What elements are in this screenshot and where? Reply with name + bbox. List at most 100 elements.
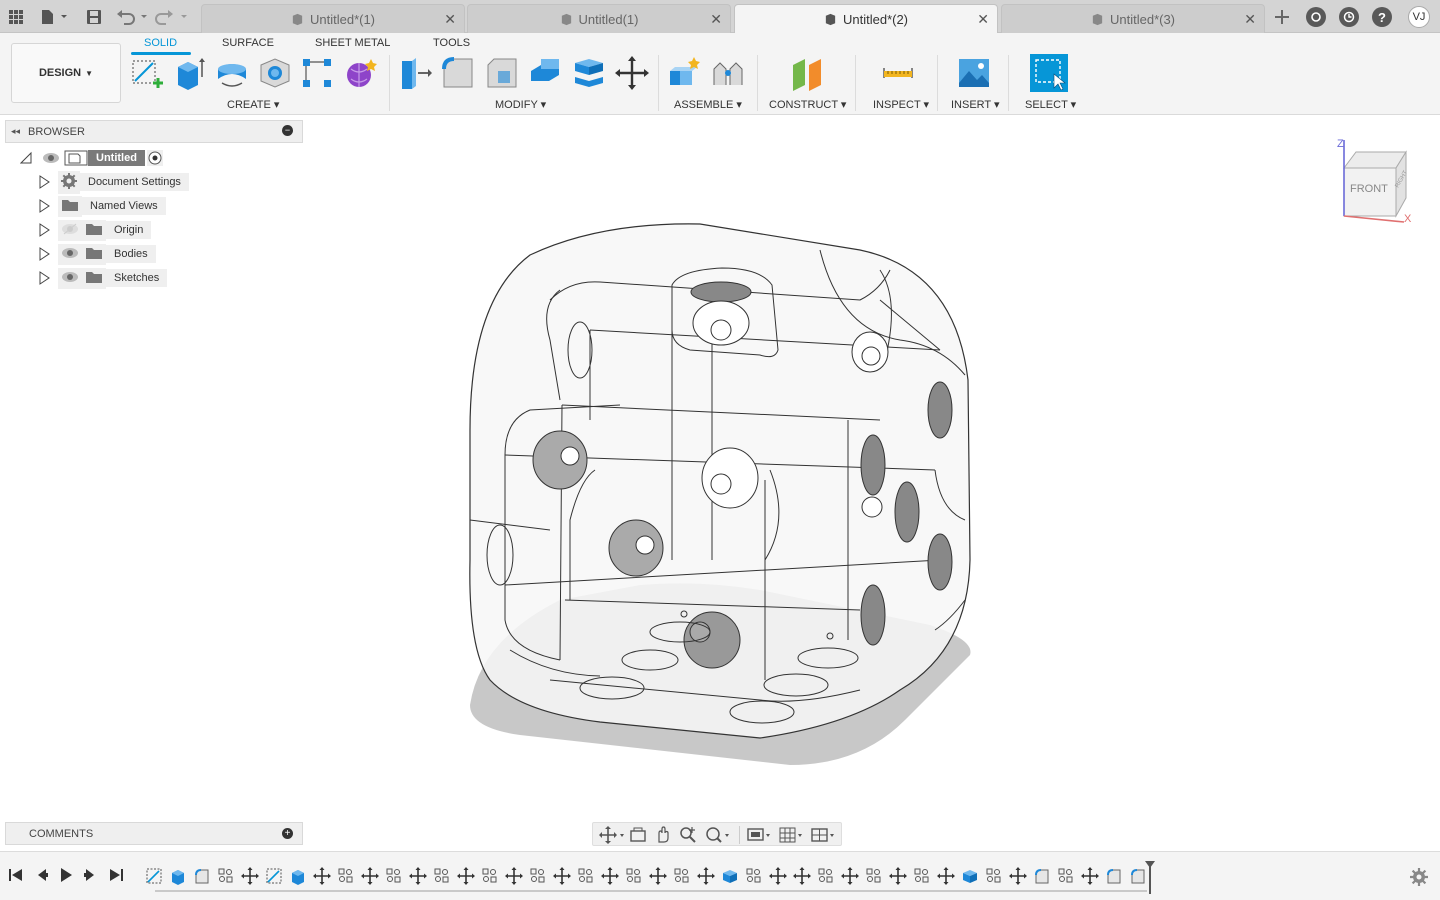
workspace-switcher[interactable]: DESIGN ▼ [11, 43, 121, 103]
timeline-move-icon[interactable] [313, 867, 331, 885]
timeline-combine-icon[interactable] [961, 867, 979, 885]
timeline-move-icon[interactable] [769, 867, 787, 885]
hole-icon[interactable] [257, 55, 293, 91]
offset-plane-icon[interactable] [789, 55, 825, 91]
tab-tools[interactable]: TOOLS [433, 37, 470, 49]
document-tab-3[interactable]: Untitled*(2) ✕ [734, 4, 998, 34]
step-back-icon[interactable] [34, 867, 50, 883]
play-icon[interactable] [58, 867, 74, 883]
timeline-move-icon[interactable] [793, 867, 811, 885]
insert-menu[interactable]: INSERT ▾ [951, 98, 1000, 111]
inspect-menu[interactable]: INSPECT ▾ [873, 98, 929, 111]
hidden-eye-icon[interactable] [58, 219, 82, 241]
collapse-panel-icon[interactable]: ◂◂ [11, 126, 20, 137]
activate-radio-icon[interactable] [146, 150, 163, 166]
timeline-combine-icon[interactable] [721, 867, 739, 885]
app-grid-icon[interactable] [5, 6, 27, 28]
timeline-pattern-icon[interactable] [1057, 867, 1075, 885]
expand-icon[interactable] [38, 271, 50, 285]
timeline-pattern-icon[interactable] [913, 867, 931, 885]
timeline-fillet-icon[interactable] [1105, 867, 1123, 885]
step-forward-icon[interactable] [82, 867, 98, 883]
move-copy-icon[interactable] [614, 55, 650, 91]
chamfer-icon[interactable] [484, 55, 520, 91]
timeline-pattern-icon[interactable] [985, 867, 1003, 885]
timeline-pattern-icon[interactable] [481, 867, 499, 885]
select-menu[interactable]: SELECT ▾ [1025, 98, 1076, 111]
help-icon[interactable]: ? [1372, 7, 1392, 27]
close-icon[interactable]: ✕ [710, 11, 722, 28]
browser-root-item[interactable]: Untitled [64, 148, 163, 168]
create-form-icon[interactable] [343, 55, 379, 91]
timeline-pattern-icon[interactable] [577, 867, 595, 885]
file-menu-icon[interactable] [38, 6, 70, 28]
timeline-pattern-icon[interactable] [817, 867, 835, 885]
timeline-move-icon[interactable] [457, 867, 475, 885]
timeline-move-icon[interactable] [841, 867, 859, 885]
browser-panel-header[interactable]: ◂◂ BROWSER − [5, 120, 303, 143]
revolve-icon[interactable] [214, 55, 250, 91]
timeline-sketch-icon[interactable] [145, 867, 163, 885]
viewcube[interactable]: Z X FRONT RIGHT [1332, 136, 1418, 226]
construct-menu[interactable]: CONSTRUCT ▾ [769, 98, 846, 111]
create-sketch-icon[interactable] [129, 55, 165, 91]
look-at-icon[interactable] [629, 826, 647, 844]
extrude-icon[interactable] [172, 55, 208, 91]
display-settings-icon[interactable] [747, 826, 773, 844]
fillet-icon[interactable] [440, 55, 476, 91]
visibility-eye-icon[interactable] [42, 151, 60, 165]
viewports-icon[interactable] [811, 826, 837, 844]
zoom-icon[interactable] [679, 826, 697, 844]
timeline-pattern-icon[interactable] [529, 867, 547, 885]
timeline-fillet-icon[interactable] [1033, 867, 1051, 885]
expand-icon[interactable] [38, 175, 50, 189]
user-avatar[interactable]: VJ [1408, 6, 1430, 28]
timeline-pattern-icon[interactable] [337, 867, 355, 885]
close-icon[interactable]: ✕ [444, 11, 456, 28]
collapse-icon[interactable] [20, 151, 32, 165]
document-tab-2[interactable]: Untitled(1) ✕ [467, 4, 731, 33]
select-icon[interactable] [1030, 54, 1068, 92]
panel-options-icon[interactable]: − [282, 125, 293, 136]
insert-image-icon[interactable] [956, 55, 992, 91]
fit-icon[interactable] [705, 826, 731, 844]
extensions-icon[interactable] [1306, 7, 1326, 27]
timeline-settings-gear-icon[interactable] [1410, 868, 1428, 886]
timeline-move-icon[interactable] [649, 867, 667, 885]
visibility-eye-icon[interactable] [58, 243, 82, 265]
orbit-icon[interactable] [599, 826, 625, 844]
timeline-sketch-icon[interactable] [265, 867, 283, 885]
timeline-move-icon[interactable] [1009, 867, 1027, 885]
new-tab-icon[interactable] [1271, 6, 1293, 28]
undo-icon[interactable] [115, 6, 149, 28]
job-status-icon[interactable] [1339, 7, 1359, 27]
expand-icon[interactable] [38, 199, 50, 213]
visibility-eye-icon[interactable] [58, 267, 82, 289]
timeline-pattern-icon[interactable] [625, 867, 643, 885]
timeline-pattern-icon[interactable] [745, 867, 763, 885]
tab-surface[interactable]: SURFACE [222, 37, 274, 49]
shell-icon[interactable] [527, 55, 563, 91]
pattern-icon[interactable] [299, 55, 335, 91]
joint-icon[interactable] [710, 55, 746, 91]
new-component-icon[interactable] [666, 55, 702, 91]
expand-icon[interactable] [38, 247, 50, 261]
timeline-pattern-icon[interactable] [217, 867, 235, 885]
timeline-move-icon[interactable] [1081, 867, 1099, 885]
close-icon[interactable]: ✕ [977, 11, 989, 28]
tab-solid[interactable]: SOLID [144, 37, 177, 49]
redo-icon[interactable] [155, 6, 189, 28]
browser-item-sketches[interactable]: Sketches [58, 267, 168, 289]
assemble-menu[interactable]: ASSEMBLE ▾ [674, 98, 742, 111]
grid-settings-icon[interactable] [779, 826, 805, 844]
create-menu[interactable]: CREATE ▾ [227, 98, 279, 111]
timeline-move-icon[interactable] [505, 867, 523, 885]
modify-menu[interactable]: MODIFY ▾ [495, 98, 546, 111]
close-icon[interactable]: ✕ [1244, 11, 1256, 28]
timeline-move-icon[interactable] [937, 867, 955, 885]
timeline-move-icon[interactable] [601, 867, 619, 885]
expand-icon[interactable] [38, 223, 50, 237]
document-tab-1[interactable]: Untitled*(1) ✕ [201, 4, 465, 33]
timeline-pattern-icon[interactable] [433, 867, 451, 885]
pan-hand-icon[interactable] [654, 826, 672, 844]
